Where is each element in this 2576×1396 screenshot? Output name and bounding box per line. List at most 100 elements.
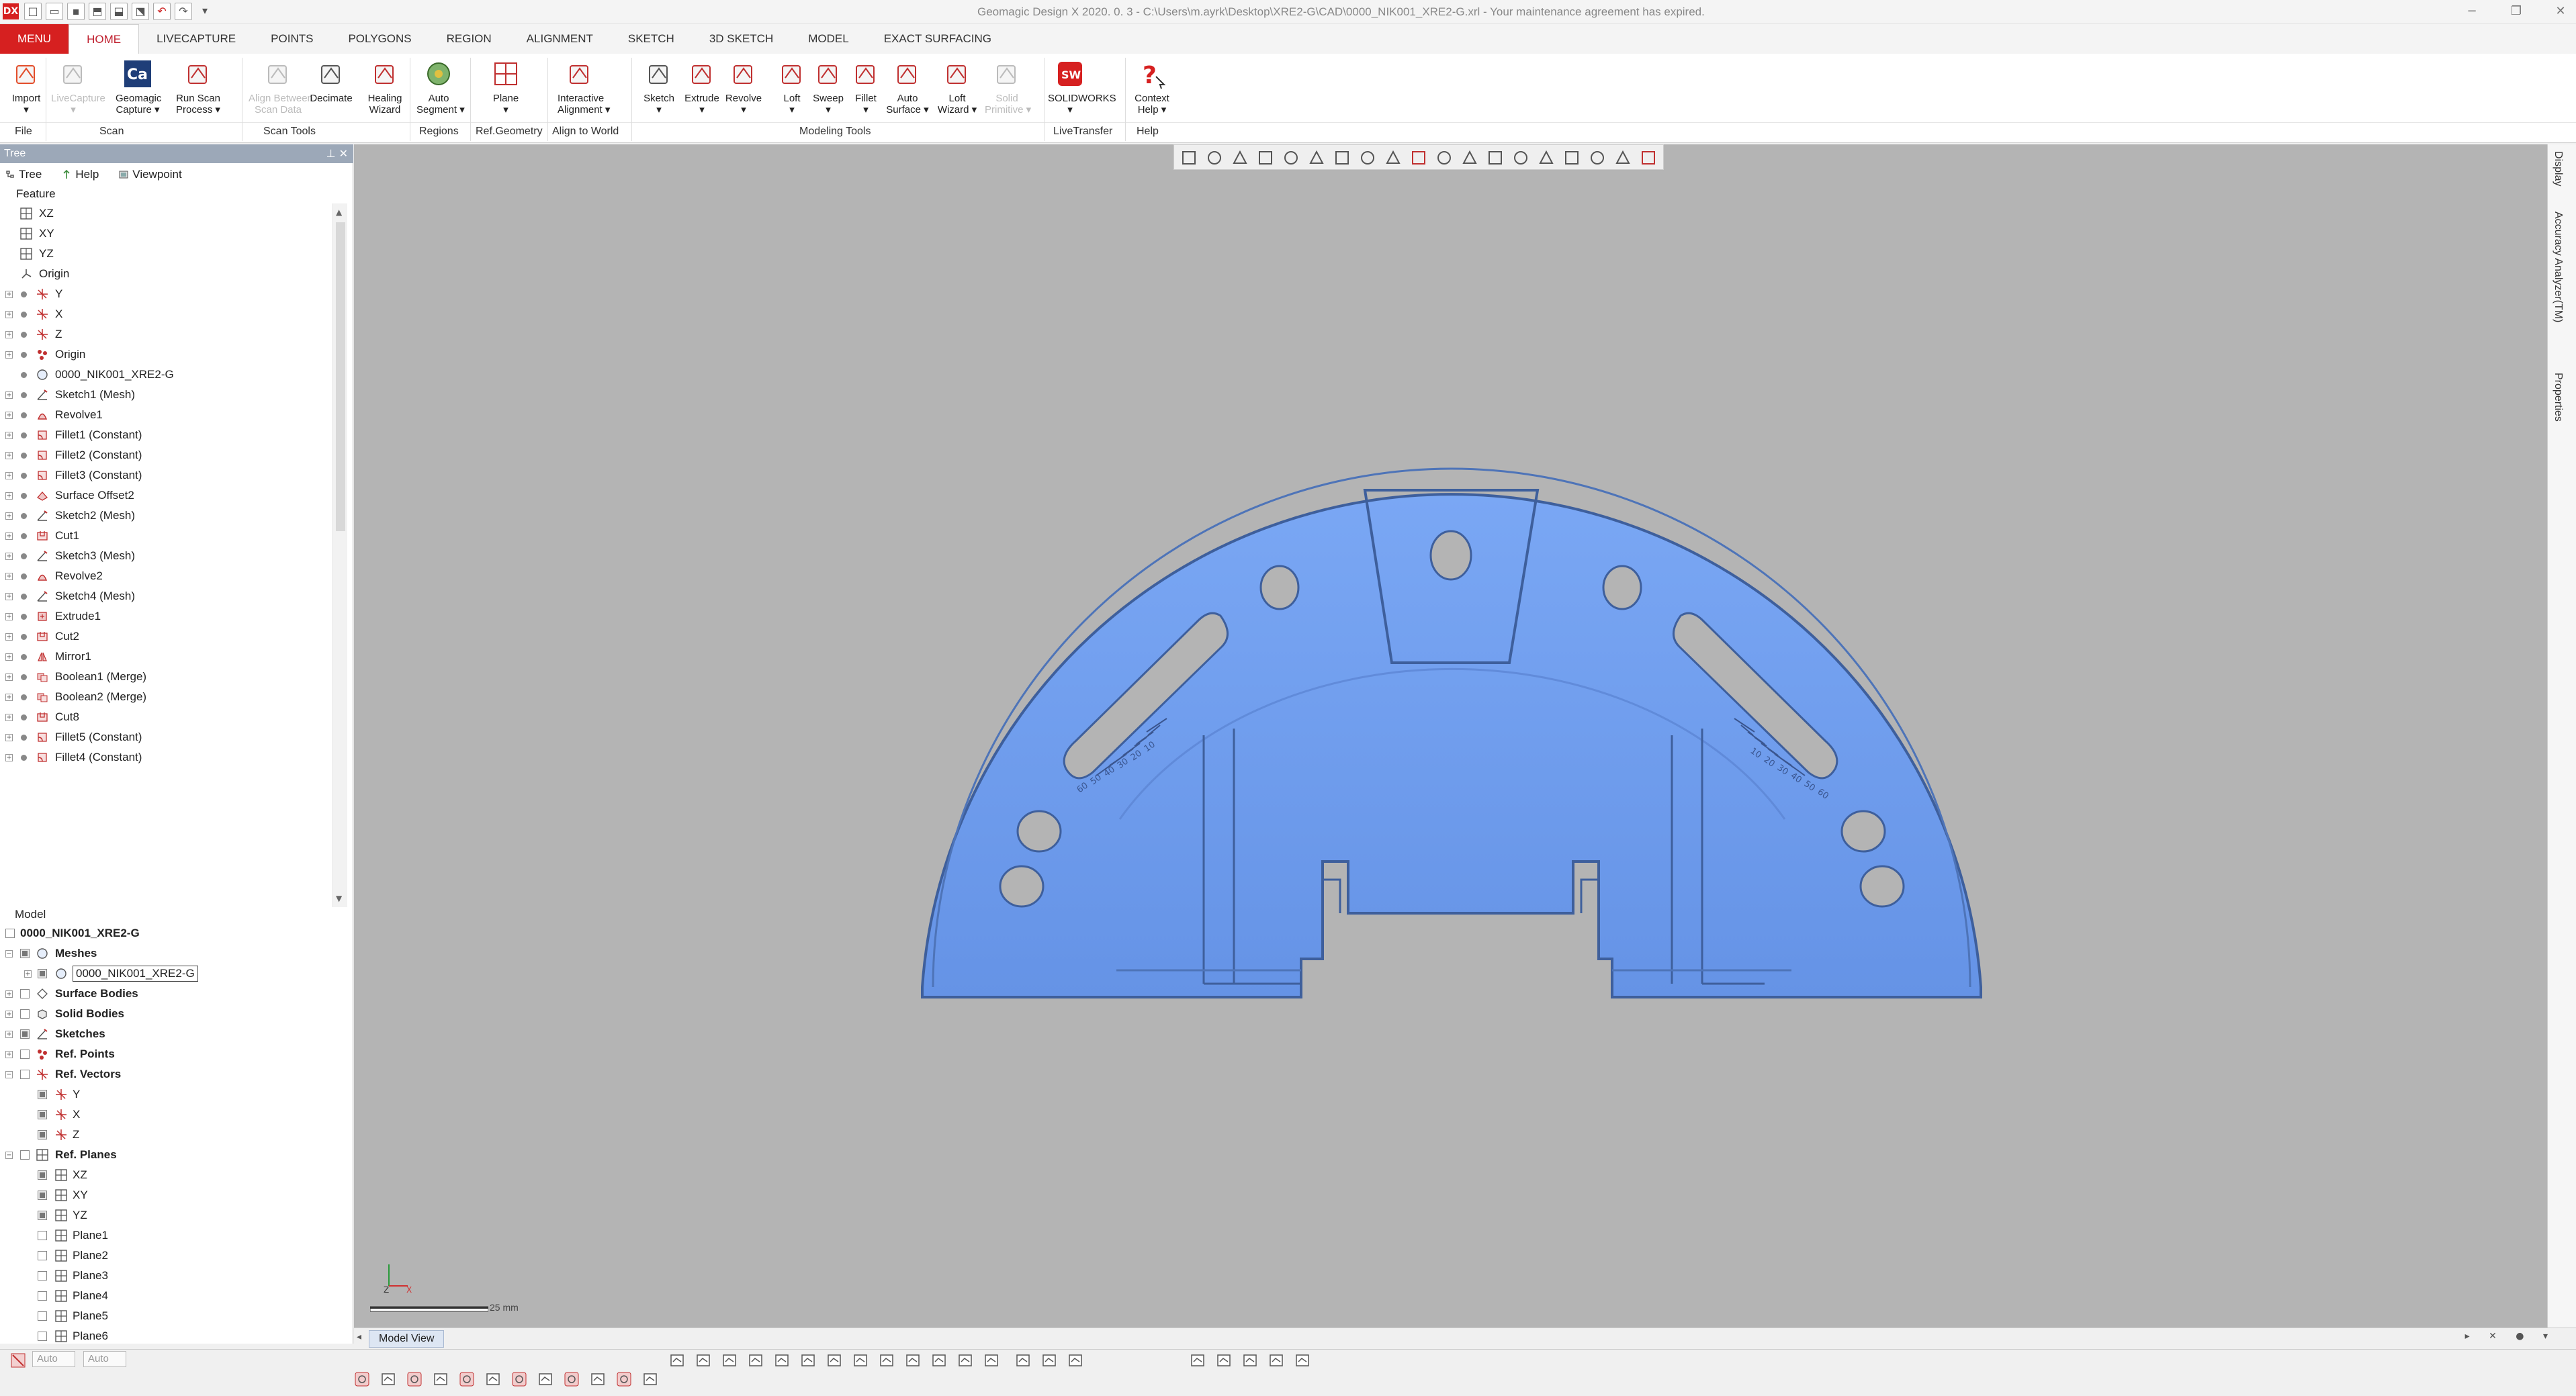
visibility-dot-icon[interactable] <box>21 573 27 579</box>
status-tool-icon[interactable] <box>615 1370 633 1388</box>
select-extend-icon[interactable] <box>1588 148 1607 167</box>
visibility-checkbox[interactable] <box>38 1271 47 1281</box>
ribbon-button-plane[interactable]: Plane ▾ <box>484 58 528 115</box>
model-tree-item[interactable]: X <box>0 1105 353 1125</box>
select-freeform-icon[interactable] <box>1511 148 1530 167</box>
tab-livecapture[interactable]: LIVECAPTURE <box>139 24 253 54</box>
model-tree-item[interactable]: Y <box>0 1084 353 1105</box>
tab-sketch[interactable]: SKETCH <box>611 24 692 54</box>
select-target-icon[interactable] <box>1460 148 1479 167</box>
expand-icon[interactable]: + <box>5 593 13 600</box>
visibility-dot-icon[interactable] <box>21 412 27 418</box>
visibility-checkbox[interactable] <box>38 1332 47 1341</box>
expand-icon[interactable]: + <box>5 553 13 560</box>
visibility-checkbox[interactable] <box>38 1090 47 1099</box>
ribbon-button-geomagic-capture[interactable]: Ca Geomagic Capture ▾ <box>116 58 161 115</box>
expand-icon[interactable]: + <box>5 351 13 359</box>
expand-icon[interactable]: + <box>5 694 13 701</box>
feature-tree-item[interactable]: + Fillet3 (Constant) <box>0 465 332 485</box>
expand-icon[interactable]: + <box>5 532 13 540</box>
tab-3d-sketch[interactable]: 3D SKETCH <box>692 24 791 54</box>
selection-mode-field[interactable]: Auto <box>32 1351 75 1367</box>
display-mode-icon[interactable] <box>1040 1352 1058 1369</box>
feature-tree-item[interactable]: + Boolean1 (Merge) <box>0 667 332 687</box>
visibility-dot-icon[interactable] <box>21 312 27 318</box>
view-mode-icon[interactable] <box>799 1352 817 1369</box>
visibility-dot-icon[interactable] <box>21 594 27 600</box>
minimize-icon[interactable]: − <box>2463 3 2481 20</box>
model-tree-item[interactable]: Plane2 <box>0 1246 353 1266</box>
model-tree-item[interactable]: + Sketches <box>0 1024 353 1044</box>
render-mode-icon[interactable] <box>1294 1352 1311 1369</box>
restore-icon[interactable]: ❐ <box>2507 3 2525 20</box>
expand-icon[interactable]: + <box>5 633 13 641</box>
visibility-dot-icon[interactable] <box>21 735 27 741</box>
status-tool-icon[interactable] <box>563 1370 580 1388</box>
display-mode-icon[interactable] <box>1067 1352 1084 1369</box>
render-mode-icon[interactable] <box>1215 1352 1233 1369</box>
ribbon-button-livecapture[interactable]: LiveCapture ▾ <box>51 58 105 115</box>
zoom-fit-icon[interactable] <box>1256 148 1275 167</box>
selection-filter-icon[interactable] <box>9 1352 27 1369</box>
visibility-checkbox[interactable] <box>38 1170 47 1180</box>
ribbon-button-loft-wizard[interactable]: Loft Wizard ▾ <box>935 58 979 115</box>
ribbon-button-import[interactable]: Import ▾ <box>4 58 48 115</box>
feature-tree-item[interactable]: + Fillet1 (Constant) <box>0 425 332 445</box>
model-tree-item[interactable]: YZ <box>0 1205 353 1225</box>
status-tool-icon[interactable] <box>537 1370 554 1388</box>
measure-distance-icon[interactable] <box>1384 148 1403 167</box>
visibility-dot-icon[interactable] <box>21 634 27 640</box>
tab-model[interactable]: MODEL <box>791 24 866 54</box>
save-icon[interactable]: ▪ <box>67 3 85 20</box>
model-tree-item[interactable]: − Ref. Vectors <box>0 1064 353 1084</box>
feature-tree-scrollbar[interactable]: ▲ ▼ <box>332 203 347 907</box>
model-tree-item[interactable]: + Ref. Points <box>0 1044 353 1064</box>
ribbon-button-extrude[interactable]: Extrude ▾ <box>680 58 724 115</box>
visibility-checkbox[interactable] <box>20 989 30 998</box>
selection-mode-field-2[interactable]: Auto <box>83 1351 126 1367</box>
view-mode-icon[interactable] <box>957 1352 974 1369</box>
expand-icon[interactable]: + <box>5 452 13 459</box>
visibility-checkbox[interactable] <box>20 1070 30 1079</box>
view-mode-icon[interactable] <box>983 1352 1000 1369</box>
collapse-icon[interactable]: − <box>5 1152 13 1159</box>
visibility-checkbox[interactable] <box>38 1130 47 1139</box>
expand-icon[interactable]: + <box>5 391 13 399</box>
visibility-checkbox[interactable] <box>20 1029 30 1039</box>
section-view-icon[interactable] <box>1282 148 1300 167</box>
select-paint-icon[interactable] <box>1562 148 1581 167</box>
view-mode-icon[interactable] <box>852 1352 869 1369</box>
view-mode-icon[interactable] <box>904 1352 922 1369</box>
status-tool-icon[interactable] <box>353 1370 371 1388</box>
model-tree-item[interactable]: XZ <box>0 1165 353 1185</box>
visibility-checkbox[interactable] <box>38 1291 47 1301</box>
view-mode-icon[interactable] <box>747 1352 764 1369</box>
feature-tree-item[interactable]: + Revolve2 <box>0 566 332 586</box>
expand-icon[interactable]: + <box>24 970 32 978</box>
feature-tree-item[interactable]: XY <box>0 224 332 244</box>
ribbon-button-align-between-scan-data[interactable]: Align Between Scan Data <box>249 58 313 115</box>
ribbon-button-run-scan-process[interactable]: Run Scan Process ▾ <box>176 58 220 115</box>
view-mode-icon[interactable] <box>930 1352 948 1369</box>
feature-tree-item[interactable]: + Extrude1 <box>0 606 332 626</box>
tab-home[interactable]: HOME <box>69 24 140 54</box>
render-mode-icon[interactable] <box>1241 1352 1259 1369</box>
tab-help[interactable]: Help <box>62 165 99 185</box>
model-tree-item[interactable]: + Surface Bodies <box>0 984 353 1004</box>
feature-tree-item[interactable]: + Sketch1 (Mesh) <box>0 385 332 405</box>
tab-tree[interactable]: Tree <box>5 165 42 185</box>
feature-tree-item[interactable]: + Cut2 <box>0 626 332 647</box>
expand-icon[interactable]: + <box>5 714 13 721</box>
expand-icon[interactable]: + <box>5 331 13 338</box>
view-mode-icon[interactable] <box>695 1352 712 1369</box>
feature-tree-item[interactable]: + Z <box>0 324 332 344</box>
render-mode-icon[interactable] <box>1268 1352 1285 1369</box>
feature-tree-item[interactable]: + Y <box>0 284 332 304</box>
visibility-checkbox[interactable] <box>38 1231 47 1240</box>
visibility-dot-icon[interactable] <box>21 553 27 559</box>
model-tree-item[interactable]: Plane1 <box>0 1225 353 1246</box>
visibility-dot-icon[interactable] <box>21 372 27 378</box>
visibility-checkbox[interactable] <box>38 1251 47 1260</box>
visibility-dot-icon[interactable] <box>21 352 27 358</box>
tab-exact-surfacing[interactable]: EXACT SURFACING <box>867 24 1009 54</box>
